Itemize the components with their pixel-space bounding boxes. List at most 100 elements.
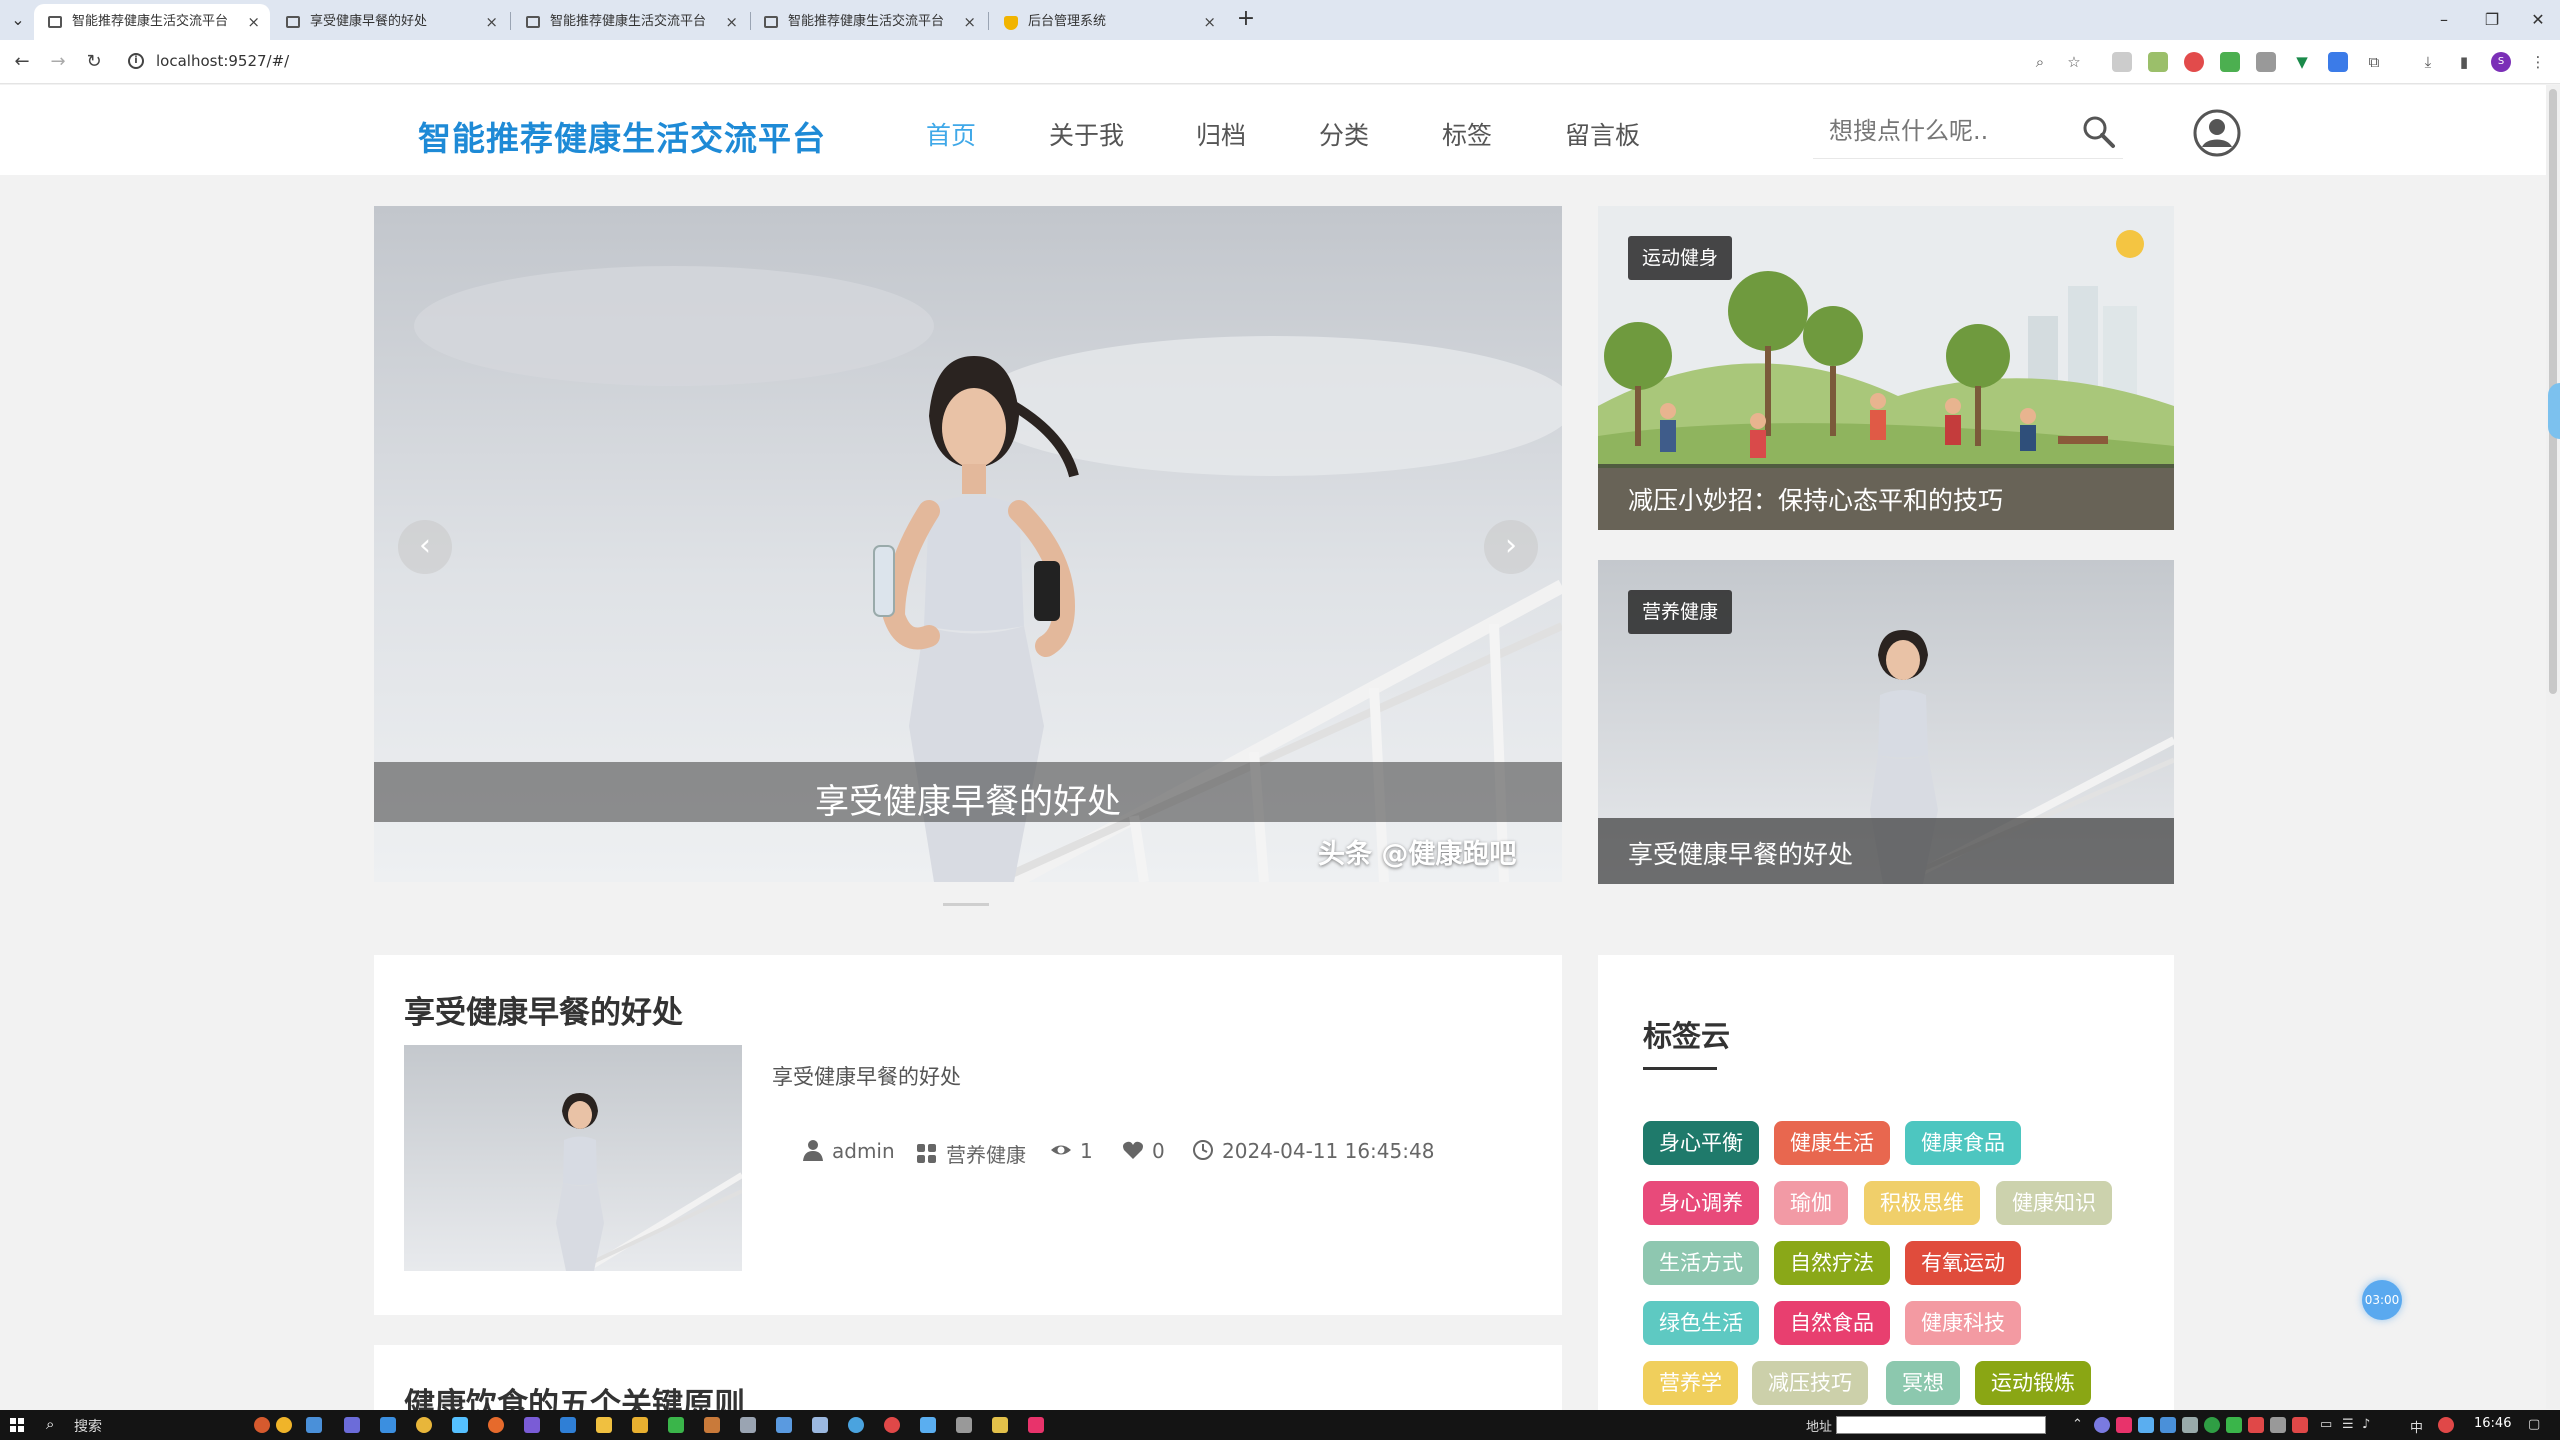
close-tab-icon[interactable]: × bbox=[247, 4, 260, 40]
taskbar-app-icon[interactable] bbox=[452, 1417, 468, 1433]
carousel-prev-chevron-icon[interactable]: ‹ bbox=[398, 520, 452, 574]
user-avatar-icon[interactable] bbox=[2193, 109, 2241, 157]
taskbar-app-icon[interactable] bbox=[704, 1417, 720, 1433]
taskbar-app-icon[interactable] bbox=[848, 1417, 864, 1433]
tray-volume-icon[interactable]: ♪ bbox=[2362, 1417, 2370, 1432]
browser-tab-home[interactable]: 智能推荐健康生活交流平台 × bbox=[34, 4, 270, 40]
tag-pill[interactable]: 自然食品 bbox=[1774, 1301, 1890, 1345]
card-title[interactable]: 享受健康早餐的好处 bbox=[1628, 835, 1853, 871]
camera-extension-icon[interactable] bbox=[2112, 52, 2132, 72]
tray-app-icon[interactable] bbox=[2138, 1417, 2154, 1433]
tag-pill[interactable]: 自然疗法 bbox=[1774, 1241, 1890, 1285]
wechat-taskbar-icon[interactable] bbox=[668, 1417, 684, 1433]
taskbar-address-input[interactable] bbox=[1836, 1416, 2046, 1434]
firefox-taskbar-icon[interactable] bbox=[488, 1417, 504, 1433]
sidebar-panel-icon[interactable]: ▮ bbox=[2454, 52, 2474, 72]
taskbar-app-icon[interactable] bbox=[740, 1417, 756, 1433]
search-icon[interactable] bbox=[2082, 115, 2116, 149]
windows-start-icon[interactable] bbox=[10, 1418, 24, 1432]
tray-network-icon[interactable]: ☰ bbox=[2342, 1417, 2354, 1432]
tag-pill[interactable]: 健康科技 bbox=[1905, 1301, 2021, 1345]
taskbar-app-icon[interactable] bbox=[776, 1417, 792, 1433]
carousel-next-chevron-icon[interactable]: › bbox=[1484, 520, 1538, 574]
nav-home[interactable]: 首页 bbox=[926, 116, 976, 152]
minimize-window-icon[interactable]: – bbox=[2422, 4, 2466, 36]
close-tab-icon[interactable]: × bbox=[1203, 4, 1216, 40]
tray-app-icon[interactable] bbox=[2270, 1417, 2286, 1433]
browser-tab-platform-3[interactable]: 智能推荐健康生活交流平台 × bbox=[750, 4, 986, 40]
reload-icon[interactable]: ↻ bbox=[80, 48, 108, 76]
tray-app-icon[interactable] bbox=[2094, 1417, 2110, 1433]
copy-extension-icon[interactable] bbox=[2256, 52, 2276, 72]
tag-pill[interactable]: 绿色生活 bbox=[1643, 1301, 1759, 1345]
chrome-taskbar-icon[interactable] bbox=[416, 1417, 432, 1433]
browser-tab-admin[interactable]: 后台管理系统 × bbox=[990, 4, 1226, 40]
close-tab-icon[interactable]: × bbox=[963, 4, 976, 40]
nav-about[interactable]: 关于我 bbox=[1049, 116, 1124, 152]
tag-pill[interactable]: 减压技巧 bbox=[1752, 1361, 1868, 1405]
tray-app-icon[interactable] bbox=[2160, 1417, 2176, 1433]
tray-monitor-icon[interactable]: ▭ bbox=[2320, 1417, 2332, 1432]
browser-tab-breakfast[interactable]: 享受健康早餐的好处 × bbox=[272, 4, 508, 40]
tray-app-icon[interactable] bbox=[2248, 1417, 2264, 1433]
close-window-icon[interactable]: ✕ bbox=[2516, 4, 2560, 36]
browser-profile-avatar[interactable]: S bbox=[2491, 52, 2511, 72]
tag-pill[interactable]: 冥想 bbox=[1886, 1361, 1960, 1405]
translate-extension-icon[interactable] bbox=[2328, 52, 2348, 72]
notification-icon[interactable]: ▢ bbox=[2528, 1417, 2540, 1432]
browser-tab-platform-2[interactable]: 智能推荐健康生活交流平台 × bbox=[512, 4, 748, 40]
taskbar-app-icon[interactable] bbox=[632, 1417, 648, 1433]
card-category-badge[interactable]: 营养健康 bbox=[1628, 590, 1733, 634]
taskbar-app-icon[interactable] bbox=[812, 1417, 828, 1433]
new-tab-plus-icon[interactable]: + bbox=[1232, 6, 1260, 34]
zoom-icon[interactable]: ⌕ bbox=[2030, 52, 2050, 72]
tag-pill[interactable]: 有氧运动 bbox=[1905, 1241, 2021, 1285]
bookmark-star-icon[interactable]: ☆ bbox=[2064, 52, 2084, 72]
card-title[interactable]: 减压小妙招：保持心态平和的技巧 bbox=[1628, 481, 2003, 517]
tag-pill[interactable]: 健康知识 bbox=[1996, 1181, 2112, 1225]
side-float-tab[interactable] bbox=[2548, 383, 2560, 439]
site-info-icon[interactable]: i bbox=[128, 53, 144, 69]
article-thumbnail[interactable] bbox=[404, 1045, 742, 1271]
tag-pill[interactable]: 营养学 bbox=[1643, 1361, 1738, 1405]
hero-caption[interactable]: 享受健康早餐的好处 bbox=[374, 774, 1562, 823]
download-icon[interactable]: ⤓ bbox=[2418, 52, 2438, 72]
article-likes[interactable]: 0 bbox=[1122, 1139, 1165, 1163]
tag-pill[interactable]: 健康生活 bbox=[1774, 1121, 1890, 1165]
taskbar-search-label[interactable]: 搜索 bbox=[74, 1416, 102, 1436]
featured-card-stress[interactable]: 运动健身 减压小妙招：保持心态平和的技巧 bbox=[1598, 206, 2174, 530]
extensions-puzzle-icon[interactable]: ⧉ bbox=[2364, 52, 2384, 72]
tray-app-icon[interactable] bbox=[2292, 1417, 2308, 1433]
close-tab-icon[interactable]: × bbox=[725, 4, 738, 40]
tag-pill[interactable]: 生活方式 bbox=[1643, 1241, 1759, 1285]
article-author[interactable]: admin bbox=[802, 1139, 895, 1163]
nav-archive[interactable]: 归档 bbox=[1196, 116, 1246, 152]
article-title[interactable]: 享受健康早餐的好处 bbox=[404, 987, 683, 1032]
folder-taskbar-icon[interactable] bbox=[596, 1417, 612, 1433]
hero-carousel[interactable]: 享受健康早餐的好处 头条 @健康跑吧 ‹ › bbox=[374, 206, 1562, 882]
tab-search-chevron-icon[interactable]: ⌄ bbox=[6, 8, 30, 32]
tray-app-icon[interactable] bbox=[2226, 1417, 2242, 1433]
featured-card-breakfast[interactable]: 营养健康 享受健康早餐的好处 bbox=[1598, 560, 2174, 884]
nav-message-board[interactable]: 留言板 bbox=[1565, 116, 1640, 152]
tray-app-icon[interactable] bbox=[2116, 1417, 2132, 1433]
floating-timer-button[interactable]: 03:00 bbox=[2362, 1280, 2402, 1320]
taskbar-search-icon[interactable]: ⌕ bbox=[46, 1415, 54, 1433]
taskbar-clock[interactable]: 16:46 bbox=[2474, 1416, 2511, 1431]
site-logo[interactable]: 智能推荐健康生活交流平台 bbox=[418, 112, 826, 160]
site-search-input[interactable] bbox=[1813, 103, 2123, 159]
taskbar-app-icon[interactable] bbox=[920, 1417, 936, 1433]
nav-category[interactable]: 分类 bbox=[1319, 116, 1369, 152]
url-field[interactable]: localhost:9527/#/ bbox=[156, 52, 289, 70]
tag-pill[interactable]: 身心平衡 bbox=[1643, 1121, 1759, 1165]
vscode-taskbar-icon[interactable] bbox=[560, 1417, 576, 1433]
taskbar-app-icon[interactable] bbox=[992, 1417, 1008, 1433]
nav-tags[interactable]: 标签 bbox=[1442, 116, 1492, 152]
tag-pill[interactable]: 瑜伽 bbox=[1774, 1181, 1848, 1225]
taskbar-app-icon[interactable] bbox=[380, 1417, 396, 1433]
tag-pill[interactable]: 健康食品 bbox=[1905, 1121, 2021, 1165]
taskbar-app-icon[interactable] bbox=[884, 1417, 900, 1433]
vue-devtools-icon[interactable]: ▼ bbox=[2292, 52, 2312, 72]
shield-extension-icon[interactable] bbox=[2184, 52, 2204, 72]
back-arrow-icon[interactable]: ← bbox=[8, 48, 36, 76]
